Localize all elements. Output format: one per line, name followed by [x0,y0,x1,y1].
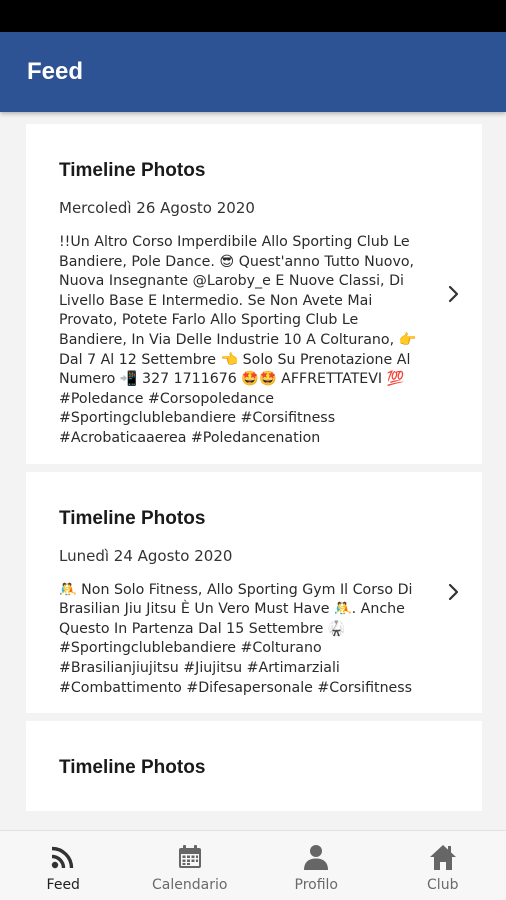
calendar-icon [178,845,201,868]
bottom-navigation: Feed Calendario Profilo Club [0,830,506,900]
nav-label: Profilo [294,877,338,893]
card-text: !!Un Altro Corso Imperdibile Allo Sporti… [59,234,417,446]
feed-card[interactable]: Timeline Photos Lunedì 24 Agosto 2020 🤼 … [26,471,482,714]
home-icon [429,845,456,870]
feed-list[interactable]: Timeline Photos Mercoledì 26 Agosto 2020… [0,112,506,830]
card-title: Timeline Photos [59,757,206,779]
app-bar: Feed [0,32,506,112]
chevron-right-icon[interactable] [446,583,460,601]
chevron-right-icon[interactable] [446,285,460,303]
card-title: Timeline Photos [59,160,206,181]
nav-item-calendario[interactable]: Calendario [127,831,254,900]
page-title: Feed [27,58,84,85]
nav-item-feed[interactable]: Feed [0,831,127,900]
card-text: 🤼 Non Solo Fitness, Allo Sporting Gym Il… [59,581,413,696]
nav-label: Feed [46,877,80,893]
person-icon [304,845,329,870]
nav-label: Calendario [152,877,228,893]
nav-item-profilo[interactable]: Profilo [253,831,380,900]
nav-item-club[interactable]: Club [380,831,506,900]
status-bar [0,0,506,32]
nav-label: Club [427,877,459,893]
rss-icon [52,846,74,869]
card-date: Lunedì 24 Agosto 2020 [59,546,233,565]
feed-card[interactable]: Timeline Photos [26,721,482,812]
card-title: Timeline Photos [59,507,206,529]
feed-card[interactable]: Timeline Photos Mercoledì 26 Agosto 2020… [26,124,482,464]
card-date: Mercoledì 26 Agosto 2020 [59,199,255,217]
